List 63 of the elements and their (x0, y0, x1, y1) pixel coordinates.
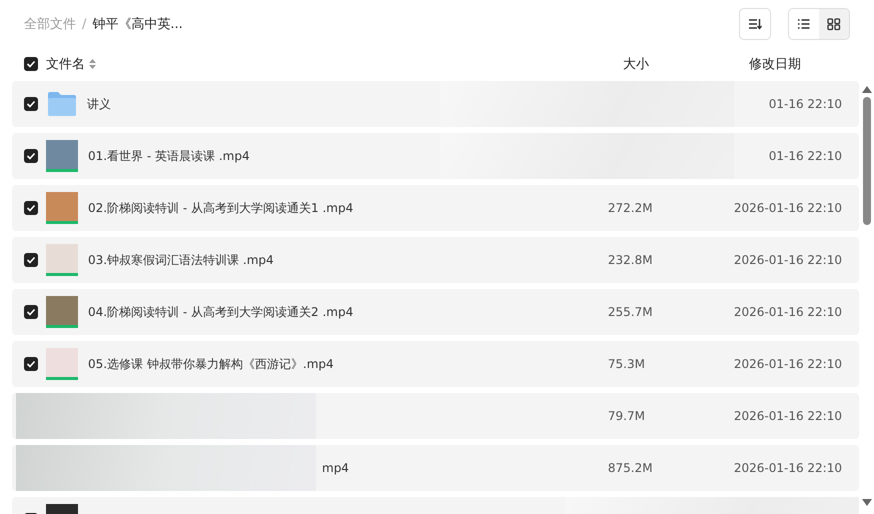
file-name: 01.看世界 - 英语晨读课 .mp4 (88, 148, 250, 164)
column-header: 大小 (623, 56, 650, 73)
list-icon (797, 18, 811, 30)
photo-placeholder (46, 192, 78, 224)
list-view-button[interactable] (789, 9, 819, 39)
photo-placeholder (46, 296, 78, 328)
modified-date: 2026-01-16 22:10 (734, 304, 842, 320)
checkbox[interactable] (24, 253, 38, 267)
breadcrumb-separator: / (82, 16, 86, 32)
file-row[interactable]: mp4 875.2M 2026-01-16 22:10 (12, 445, 859, 491)
file-name: mp4 (322, 461, 349, 475)
file-size: 255.7M (608, 305, 654, 319)
file-size: 875.2M (608, 461, 654, 475)
sort-arrows-icon[interactable] (89, 59, 96, 69)
file-row[interactable]: 79.7M 2026-01-16 22:10 (12, 393, 859, 439)
checkmark-icon (26, 308, 36, 316)
modified-date: 01-16 22:10 (768, 148, 842, 164)
scrollbar-thumb[interactable] (863, 97, 871, 225)
checkmark-icon (26, 60, 36, 68)
modified-date: 2026-01-16 22:10 (734, 252, 842, 268)
file-row[interactable]: 02.阶梯阅读特训 - 从高考到大学阅读通关1 .mp4 272.2M 2026-01-16 22:10 (12, 185, 859, 231)
file-row[interactable]: 讲义 01-16 22:10 (12, 81, 859, 127)
modified-date: 2026-01-16 22:10 (734, 460, 842, 476)
checkmark-icon (26, 360, 36, 368)
checkmark-icon (26, 100, 36, 108)
file-name: 讲义 (87, 96, 111, 112)
modified-date: 2026-01-16 22:10 (734, 408, 842, 424)
file-row[interactable]: 04.阶梯阅读特训 - 从高考到大学阅读通关2 .mp4 255.7M 2026-01-16 22:10 (12, 289, 859, 335)
folder-icon (47, 91, 77, 117)
checkbox[interactable] (24, 201, 38, 215)
checkbox[interactable] (24, 97, 38, 111)
scroll-up-icon[interactable] (862, 86, 872, 93)
checkmark-icon (26, 204, 36, 212)
modified-date: 2026-01-16 22:10 (734, 356, 842, 372)
checkbox[interactable] (24, 57, 38, 71)
file-row[interactable]: 03.钟叔寒假词汇语法特训课 .mp4 232.8M 2026-01-16 22:10 (12, 237, 859, 283)
checkbox[interactable] (24, 305, 38, 319)
modified-date: 2026-01-16 22:10 (734, 200, 842, 216)
checkmark-icon (26, 256, 36, 264)
scroll-down-icon[interactable] (862, 499, 872, 506)
photo-placeholder (46, 140, 78, 172)
photo-placeholder (46, 244, 78, 276)
photo-placeholder (46, 348, 78, 380)
grid-icon (827, 18, 841, 30)
sort-button[interactable] (739, 8, 771, 40)
file-row[interactable]: 01.看世界 - 英语晨读课 .mp4 01-16 22:10 (12, 133, 859, 179)
column-header: 修改日期 (749, 56, 802, 73)
checkmark-icon (26, 152, 36, 160)
file-size: 272.2M (608, 201, 654, 215)
file-size: 79.7M (608, 409, 646, 423)
sort-icon (748, 18, 762, 30)
breadcrumb-link[interactable]: 钟平《高中英... (92, 15, 183, 33)
file-row[interactable]: 05.选修课 钟叔带你暴力解构《西游记》.mp4 75.3M 2026-01-16 22:10 (12, 341, 859, 387)
file-name: 05.选修课 钟叔带你暴力解构《西游记》.mp4 (88, 356, 334, 372)
checkbox[interactable] (24, 149, 38, 163)
file-size: 75.3M (608, 357, 646, 371)
column-header[interactable]: 文件名 (46, 55, 85, 73)
file-name: 02.阶梯阅读特训 - 从高考到大学阅读通关1 .mp4 (88, 200, 354, 216)
modified-date: 01-16 22:10 (768, 96, 842, 112)
file-size: 232.8M (608, 253, 654, 267)
checkbox[interactable] (24, 357, 38, 371)
file-name: 03.钟叔寒假词汇语法特训课 .mp4 (88, 252, 274, 268)
file-name: 04.阶梯阅读特训 - 从高考到大学阅读通关2 .mp4 (88, 304, 354, 320)
